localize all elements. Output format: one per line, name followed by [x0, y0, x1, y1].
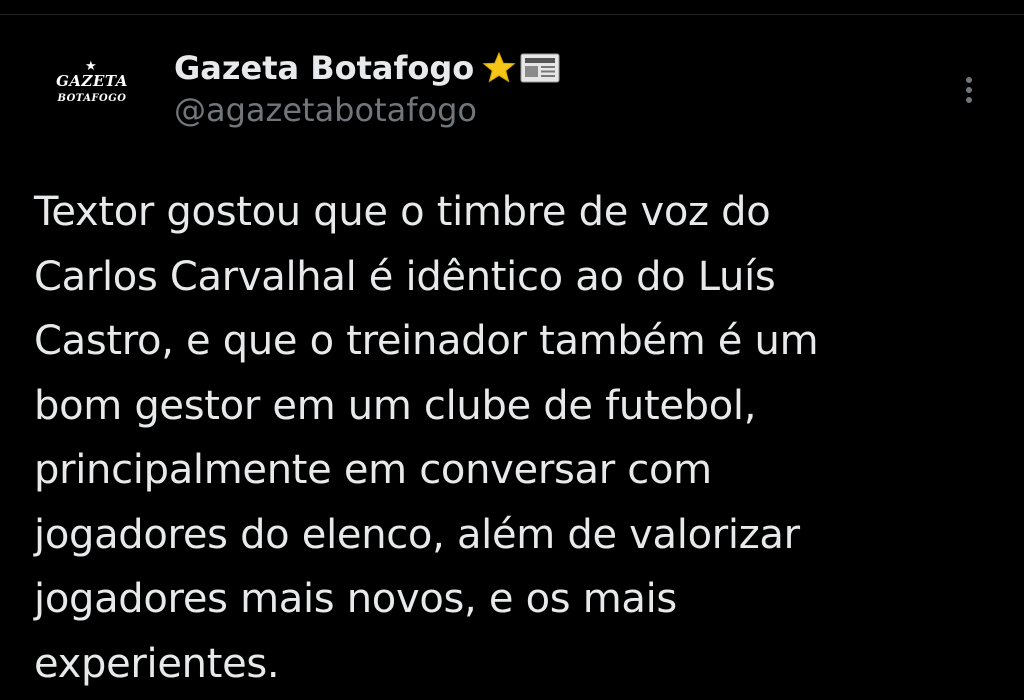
- tweet-text: Textor gostou que o timbre de voz do Car…: [34, 189, 819, 687]
- more-vertical-icon-dot: [966, 87, 972, 93]
- display-name[interactable]: Gazeta Botafogo: [174, 48, 474, 88]
- newspaper-icon: [520, 51, 560, 85]
- user-handle[interactable]: @agazetabotafogo: [174, 90, 560, 130]
- avatar-logo-text-bottom: BOTAFOGO: [57, 93, 127, 104]
- more-vertical-icon: [966, 77, 972, 83]
- more-vertical-icon-dot: [966, 97, 972, 103]
- name-row: Gazeta Botafogo: [174, 48, 560, 88]
- tweet-header: Gazeta Botafogo @agazetabotafogo: [174, 48, 560, 130]
- avatar[interactable]: ★ GAZETA BOTAFOGO: [36, 52, 148, 164]
- avatar-logo-text-top: GAZETA: [56, 72, 128, 90]
- star-icon: [482, 51, 516, 85]
- tweet-card[interactable]: ★ GAZETA BOTAFOGO Gazeta Botafogo @agaze…: [0, 0, 1024, 687]
- more-options-button[interactable]: [954, 58, 984, 103]
